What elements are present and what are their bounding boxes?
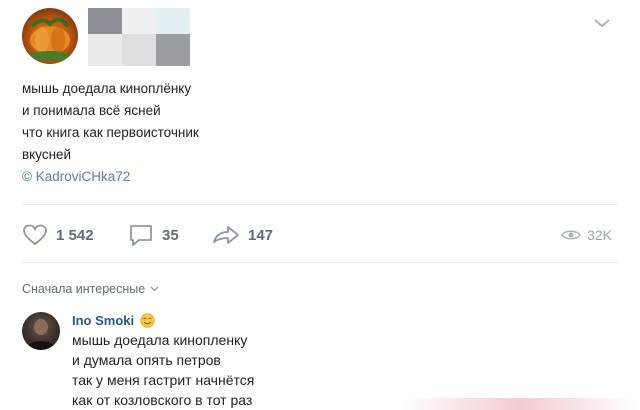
- comment-text-line: мышь доедала кинопленку: [72, 332, 248, 348]
- post-text: мышь доедала киноплёнку и понимала всё я…: [22, 78, 199, 188]
- like-button[interactable]: 1 542: [22, 220, 94, 250]
- post-text-line: и понимала всё ясней: [22, 103, 161, 118]
- comment-author-name: Ino Smoki: [72, 313, 135, 328]
- comment-text-line: так у меня гастрит начнётся: [72, 372, 255, 388]
- post-text-line: мышь доедала киноплёнку: [22, 81, 192, 96]
- post-actions: 1 542 35 147 32K: [22, 220, 618, 250]
- divider: [22, 204, 618, 205]
- share-icon: [213, 226, 239, 244]
- comment-text-line: и думала опять петров: [72, 352, 221, 368]
- cropped-content-edge: [400, 398, 640, 410]
- comment-text: мышь доедала кинопленку и думала опять п…: [72, 330, 254, 410]
- comment-author[interactable]: Ino Smoki: [72, 313, 155, 328]
- chevron-down-icon: [150, 286, 159, 292]
- comment-count: 35: [162, 226, 179, 244]
- eye-icon: [561, 230, 581, 240]
- person-photo: [26, 319, 56, 350]
- views-counter: 32K: [561, 220, 612, 250]
- smiley-emoji-icon: [140, 313, 155, 328]
- group-avatar[interactable]: [22, 8, 78, 64]
- censored-group-name: [88, 8, 193, 68]
- comments-sort-label: Сначала интересные: [22, 282, 146, 296]
- heart-icon: [23, 224, 47, 246]
- chevron-down-icon[interactable]: [592, 16, 612, 30]
- post-text-line: что книга как первоисточник: [22, 125, 199, 140]
- comment: Ino Smoki мышь доедала кинопленку и дума…: [22, 308, 618, 410]
- comment-icon: [130, 225, 152, 246]
- post-card: мышь доедала киноплёнку и понимала всё я…: [0, 0, 640, 265]
- share-button[interactable]: 147: [212, 220, 273, 250]
- views-count: 32K: [587, 227, 612, 243]
- comment-text-line: как от козловского в тот раз: [72, 392, 253, 408]
- pumpkin-image: [28, 17, 72, 61]
- divider: [22, 262, 618, 263]
- post-source-link[interactable]: © KadroviCHka72: [22, 166, 199, 188]
- post-text-line: вкусней: [22, 147, 72, 162]
- share-count: 147: [248, 226, 274, 244]
- comment-author-avatar[interactable]: [22, 312, 60, 350]
- comments-sort-dropdown[interactable]: Сначала интересные: [22, 282, 159, 296]
- comment-button[interactable]: 35: [128, 220, 179, 250]
- like-count: 1 542: [56, 226, 94, 244]
